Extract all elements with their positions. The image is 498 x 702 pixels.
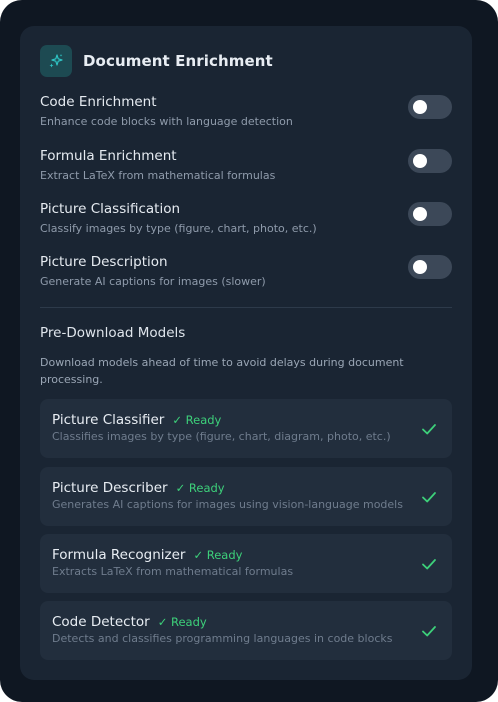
toggle-description: Extract LaTeX from mathematical formulas bbox=[40, 169, 276, 182]
toggle-knob bbox=[413, 100, 427, 114]
model-description: Classifies images by type (figure, chart… bbox=[52, 430, 391, 443]
ready-status-badge: ✓ Ready bbox=[193, 548, 243, 562]
toggle-description: Classify images by type (figure, chart, … bbox=[40, 222, 317, 235]
sparkles-icon bbox=[40, 45, 72, 77]
model-card-picture-describer[interactable]: Picture Describer ✓ Ready Generates AI c… bbox=[40, 467, 452, 526]
ready-status-badge: ✓ Ready bbox=[175, 481, 225, 495]
model-title: Picture Classifier ✓ Ready bbox=[52, 412, 221, 428]
model-description: Detects and classifies programming langu… bbox=[52, 632, 393, 645]
toggle-title: Picture Description bbox=[40, 254, 168, 270]
picture-classification-toggle[interactable] bbox=[408, 202, 452, 226]
model-card-picture-classifier[interactable]: Picture Classifier ✓ Ready Classifies im… bbox=[40, 399, 452, 458]
toggle-row-picture-classification: Picture Classification Classify images b… bbox=[40, 201, 452, 241]
toggle-knob bbox=[413, 154, 427, 168]
predownload-section-title: Pre-Download Models bbox=[40, 325, 186, 341]
toggle-title: Code Enrichment bbox=[40, 94, 157, 110]
toggle-knob bbox=[413, 260, 427, 274]
checkmark-icon bbox=[422, 424, 436, 435]
model-card-formula-recognizer[interactable]: Formula Recognizer ✓ Ready Extracts LaTe… bbox=[40, 534, 452, 593]
code-enrichment-toggle[interactable] bbox=[408, 95, 452, 119]
toggle-title: Picture Classification bbox=[40, 201, 181, 217]
picture-description-toggle[interactable] bbox=[408, 255, 452, 279]
toggle-description: Enhance code blocks with language detect… bbox=[40, 115, 293, 128]
panel-header: Document Enrichment bbox=[40, 45, 273, 77]
model-name: Picture Describer bbox=[52, 480, 168, 496]
toggle-row-formula-enrichment: Formula Enrichment Extract LaTeX from ma… bbox=[40, 148, 452, 188]
checkmark-icon bbox=[422, 626, 436, 637]
model-description: Extracts LaTeX from mathematical formula… bbox=[52, 565, 294, 578]
model-title: Formula Recognizer ✓ Ready bbox=[52, 547, 242, 563]
model-name: Code Detector bbox=[52, 614, 150, 630]
checkmark-icon bbox=[422, 559, 436, 570]
panel-title: Document Enrichment bbox=[83, 52, 273, 70]
toggle-row-picture-description: Picture Description Generate AI captions… bbox=[40, 254, 452, 294]
model-description: Generates AI captions for images using v… bbox=[52, 498, 403, 511]
model-name: Picture Classifier bbox=[52, 412, 165, 428]
enrichment-panel: Document Enrichment Code Enrichment Enha… bbox=[20, 26, 472, 680]
ready-status-badge: ✓ Ready bbox=[157, 615, 207, 629]
checkmark-icon bbox=[422, 492, 436, 503]
app-window: Document Enrichment Code Enrichment Enha… bbox=[0, 0, 498, 702]
toggle-row-code-enrichment: Code Enrichment Enhance code blocks with… bbox=[40, 94, 452, 134]
model-title: Picture Describer ✓ Ready bbox=[52, 480, 225, 496]
model-card-code-detector[interactable]: Code Detector ✓ Ready Detects and classi… bbox=[40, 601, 452, 660]
section-divider bbox=[40, 307, 452, 308]
model-title: Code Detector ✓ Ready bbox=[52, 614, 207, 630]
predownload-section-description: Download models ahead of time to avoid d… bbox=[40, 356, 404, 386]
toggle-knob bbox=[413, 207, 427, 221]
model-name: Formula Recognizer bbox=[52, 547, 186, 563]
ready-status-badge: ✓ Ready bbox=[172, 413, 222, 427]
toggle-title: Formula Enrichment bbox=[40, 148, 177, 164]
formula-enrichment-toggle[interactable] bbox=[408, 149, 452, 173]
toggle-description: Generate AI captions for images (slower) bbox=[40, 275, 266, 288]
